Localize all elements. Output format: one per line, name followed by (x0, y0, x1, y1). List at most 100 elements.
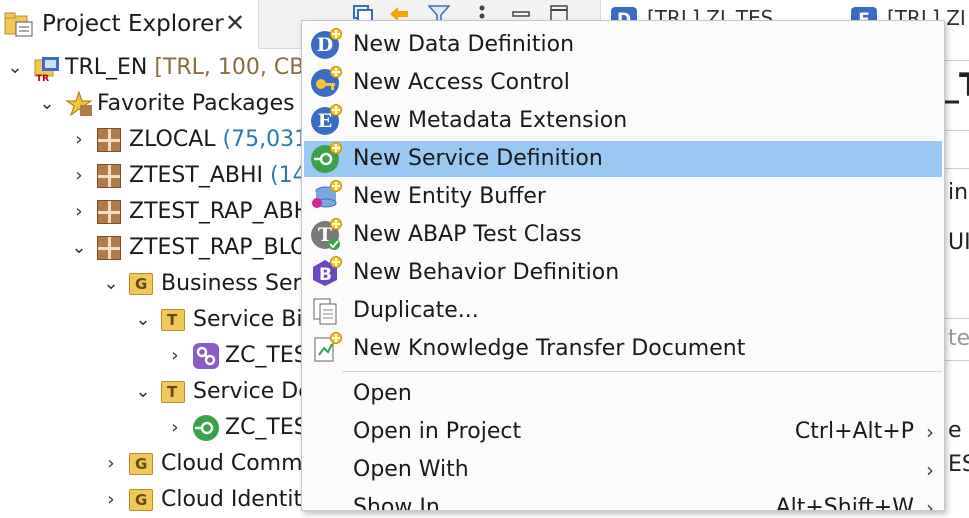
project-meta: [TRL, 100, CB9 (147, 55, 319, 80)
submenu-arrow-icon: › (926, 420, 934, 444)
menu-item-label: New ABAP Test Class (353, 222, 582, 247)
editor-text-fragment: in (948, 180, 969, 205)
chevron-right-icon[interactable]: › (164, 338, 186, 374)
tree-item-package[interactable]: › ZTEST_ABHI (14) (68, 158, 315, 194)
tree-item-label: Cloud Identit (161, 487, 303, 512)
menu-item-label: New Knowledge Transfer Document (353, 336, 746, 361)
tree-item-label: ZTEST_ABHI (129, 163, 263, 188)
menu-item-new-service-definition[interactable]: New Service Definition (304, 141, 942, 177)
menu-item-new-entity-buffer[interactable]: New Entity Buffer (304, 179, 942, 215)
menu-item-new-behavior-definition[interactable]: B New Behavior Definition (304, 255, 942, 291)
editor-text-fragment: ES (948, 452, 969, 477)
menu-item-label: Open in Project (353, 419, 522, 444)
tree-item-folder[interactable]: ⌄ T Service Bi (132, 302, 303, 338)
menu-item-label: New Entity Buffer (353, 184, 546, 209)
tree-item-project[interactable]: ⌄ TR TRL_EN [TRL, 100, CB9 (4, 50, 318, 86)
abap-project-icon: TR (33, 54, 61, 84)
tree-item-label: Business Serv (161, 271, 315, 296)
menu-item-new-metadata-extension[interactable]: E New Metadata Extension (304, 103, 942, 139)
tree-item-folder[interactable]: ⌄ G Business Serv (100, 266, 315, 302)
menu-item-label: Open With (353, 457, 469, 482)
menu-item-label: New Behavior Definition (353, 260, 620, 285)
package-icon (97, 126, 125, 154)
menu-item-duplicate[interactable]: Duplicate... (304, 293, 942, 329)
service-definition-icon (311, 142, 342, 173)
close-view-icon[interactable]: ✕ (225, 9, 245, 37)
service-binding-icon (193, 342, 221, 370)
tree-item-label: Favorite Packages (97, 91, 295, 116)
tree-item-package[interactable]: › ZTEST_RAP_ABH (68, 194, 310, 230)
tree-item-label: ZC_TES (225, 343, 308, 368)
chevron-down-icon[interactable]: ⌄ (68, 230, 90, 266)
menu-item-shortcut: Alt+Shift+W (775, 495, 914, 511)
editor-text-fragment: e (948, 418, 962, 443)
tree-item-label: ZTEST_RAP_BLO (129, 235, 308, 260)
menu-item-open[interactable]: Open (304, 376, 942, 412)
project-explorer-tab[interactable]: Project Explorer ✕ (0, 0, 259, 48)
chevron-right-icon[interactable]: › (164, 410, 186, 446)
menu-item-label: Show In (353, 495, 440, 511)
knowledge-transfer-icon (311, 332, 342, 363)
folder-g-icon: G (129, 486, 157, 514)
menu-item-show-in[interactable]: Show In Alt+Shift+W › (304, 490, 942, 511)
tree-item-label: Service Bi (193, 307, 303, 332)
package-icon (97, 162, 125, 190)
chevron-down-icon[interactable]: ⌄ (4, 50, 26, 86)
menu-item-label: New Metadata Extension (353, 108, 628, 133)
menu-separator (342, 371, 942, 372)
tree-item-label: ZTEST_RAP_ABH (129, 199, 311, 224)
tree-item-favorites[interactable]: ⌄ Favorite Packages ( (36, 86, 310, 122)
tree-item-service-definition[interactable]: › ZC_TES (164, 410, 308, 446)
editor-text-fragment: UI (948, 230, 969, 255)
tree-item-folder[interactable]: ⌄ T Service De (132, 374, 312, 410)
editor-text-fragment: _T (943, 66, 969, 104)
chevron-down-icon[interactable]: ⌄ (132, 374, 154, 410)
package-icon (97, 198, 125, 226)
menu-item-new-knowledge-transfer-document[interactable]: New Knowledge Transfer Document (304, 331, 942, 367)
folder-g-icon: G (129, 450, 157, 478)
tree-item-folder[interactable]: › G Cloud Identit (100, 482, 302, 518)
context-menu: D New Data Definition New Access Control… (301, 20, 945, 511)
menu-item-open-with[interactable]: Open With › (304, 452, 942, 488)
menu-item-label: New Service Definition (353, 146, 603, 171)
tree-item-label: ZC_TES (225, 415, 308, 440)
entity-buffer-icon (311, 180, 342, 211)
submenu-arrow-icon: › (926, 496, 934, 511)
tree-item-label: ZLOCAL (129, 127, 216, 152)
editor-text-fragment: te (948, 326, 969, 351)
tree-item-package[interactable]: › ZLOCAL (75,031) (68, 122, 317, 158)
folder-t-icon: T (161, 378, 189, 406)
tree-item-label: Cloud Comm (161, 451, 303, 476)
chevron-down-icon[interactable]: ⌄ (132, 302, 154, 338)
chevron-down-icon[interactable]: ⌄ (100, 266, 122, 302)
favorite-star-icon (65, 90, 93, 118)
service-definition-icon (193, 414, 221, 442)
menu-item-shortcut: Ctrl+Alt+P (794, 419, 914, 444)
tree-item-package[interactable]: ⌄ ZTEST_RAP_BLO (68, 230, 307, 266)
tree-item-folder[interactable]: › G Cloud Comm (100, 446, 303, 482)
menu-item-open-in-project[interactable]: Open in Project Ctrl+Alt+P › (304, 414, 942, 450)
chevron-right-icon[interactable]: › (68, 194, 90, 230)
abap-test-class-icon: T (311, 218, 342, 250)
chevron-right-icon[interactable]: › (68, 122, 90, 158)
tree-item-service-binding[interactable]: › ZC_TES (164, 338, 308, 374)
tree-item-label: Service De (193, 379, 312, 404)
chevron-right-icon[interactable]: › (100, 482, 122, 518)
duplicate-icon (311, 297, 339, 325)
data-definition-icon: D (311, 28, 342, 59)
folder-g-icon: G (129, 270, 157, 298)
menu-item-new-data-definition[interactable]: D New Data Definition (304, 27, 942, 63)
chevron-right-icon[interactable]: › (100, 446, 122, 482)
chevron-down-icon[interactable]: ⌄ (36, 86, 58, 122)
chevron-right-icon[interactable]: › (68, 158, 90, 194)
project-explorer-icon (4, 12, 34, 42)
svg-text:TR: TR (36, 74, 49, 82)
tree-item-label: TRL_EN (65, 55, 148, 80)
menu-item-label: New Data Definition (353, 32, 575, 57)
menu-item-label: Duplicate... (353, 298, 479, 323)
metadata-extension-icon: E (311, 104, 342, 135)
menu-item-label: New Access Control (353, 70, 570, 95)
svg-text:B: B (319, 265, 332, 285)
menu-item-new-abap-test-class[interactable]: T New ABAP Test Class (304, 217, 942, 253)
menu-item-new-access-control[interactable]: New Access Control (304, 65, 942, 101)
